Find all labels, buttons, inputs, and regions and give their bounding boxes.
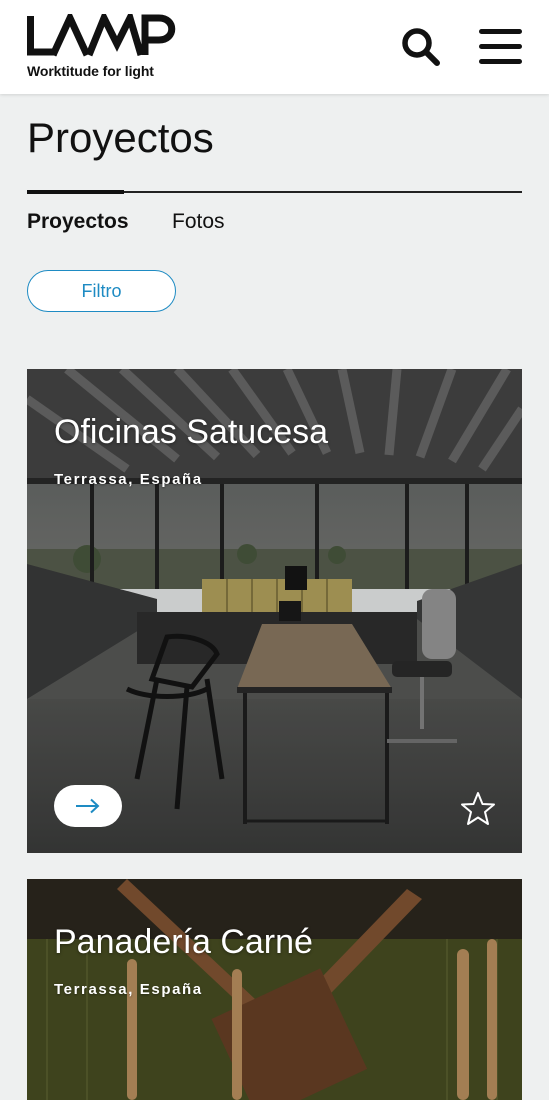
view-project-button[interactable] bbox=[54, 785, 122, 827]
lamp-logo[interactable]: Worktitude for light bbox=[27, 14, 177, 80]
site-header: Worktitude for light bbox=[0, 0, 549, 94]
filter-button[interactable]: Filtro bbox=[27, 270, 176, 312]
project-location: Terrassa, España bbox=[54, 981, 203, 998]
project-location: Terrassa, España bbox=[54, 471, 203, 488]
project-card[interactable]: Panadería Carné Terrassa, España bbox=[27, 879, 522, 1100]
tab-fotos[interactable]: Fotos bbox=[172, 210, 225, 234]
search-button[interactable] bbox=[398, 24, 444, 70]
arrow-right-icon bbox=[76, 798, 100, 814]
lamp-logo-mark bbox=[27, 14, 176, 57]
tab-proyectos[interactable]: Proyectos bbox=[27, 210, 129, 234]
logo-tagline: Worktitude for light bbox=[27, 63, 154, 79]
favorite-button[interactable] bbox=[460, 791, 496, 827]
star-outline-icon bbox=[461, 792, 495, 825]
hamburger-menu-icon bbox=[479, 29, 522, 64]
project-card[interactable]: Oficinas Satucesa Terrassa, España bbox=[27, 369, 522, 853]
project-title: Oficinas Satucesa bbox=[54, 413, 329, 451]
page-title: Proyectos bbox=[27, 114, 214, 161]
menu-button[interactable] bbox=[476, 25, 524, 69]
project-title: Panadería Carné bbox=[54, 923, 313, 961]
search-icon bbox=[402, 28, 440, 66]
active-tab-indicator bbox=[27, 190, 124, 194]
